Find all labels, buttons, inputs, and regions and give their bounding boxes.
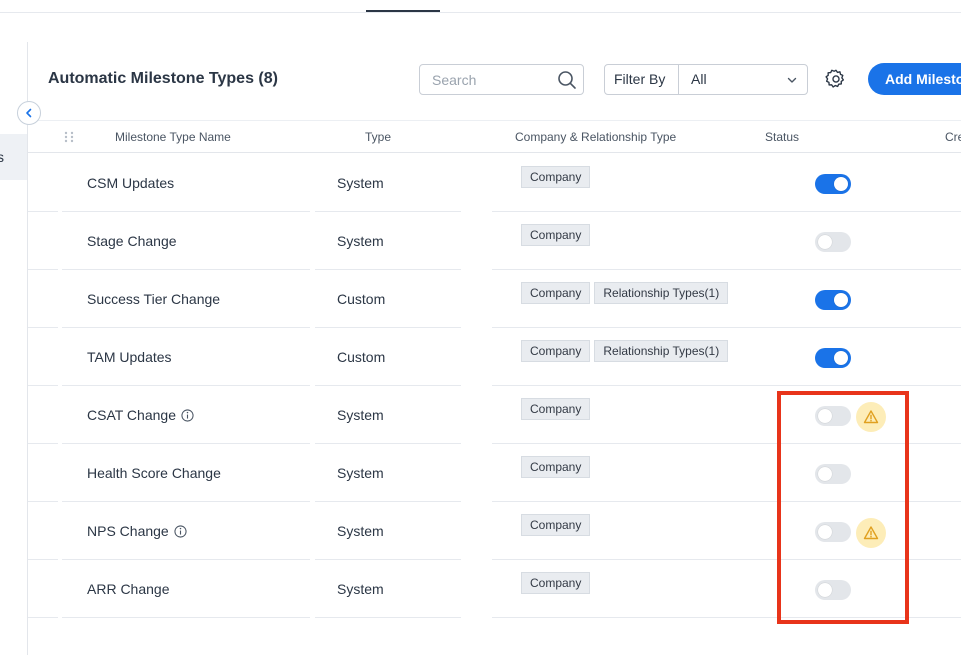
relationship-chips: Company <box>521 514 591 536</box>
column-header-type[interactable]: Type <box>365 130 391 144</box>
milestone-type: System <box>337 523 384 539</box>
milestone-name: ARR Change <box>87 581 170 597</box>
search-box[interactable] <box>419 64 584 95</box>
milestone-type: System <box>337 233 384 249</box>
table-row[interactable]: TAM Updates Custom Company Relationship Typ… <box>28 328 961 386</box>
settings-button[interactable] <box>825 68 847 90</box>
relationship-chip: Company <box>521 572 591 594</box>
milestone-name-cell: CSAT Change <box>87 407 194 423</box>
milestone-type: System <box>337 465 384 481</box>
column-header-status[interactable]: Status <box>765 130 799 144</box>
milestone-type: Custom <box>337 291 386 307</box>
relationship-chips: Company <box>521 398 591 420</box>
relationship-chips: Company <box>521 224 591 246</box>
table-row[interactable]: CSM Updates System Company <box>28 154 961 212</box>
table-row[interactable]: ARR Change System Company <box>28 560 961 618</box>
relationship-chip: Company <box>521 398 591 420</box>
status-toggle[interactable] <box>815 290 851 310</box>
table-row[interactable]: Health Score Change System Company <box>28 444 961 502</box>
status-toggle[interactable] <box>815 522 851 542</box>
milestone-name: Health Score Change <box>87 465 221 481</box>
left-nav-item-label: s <box>0 149 4 165</box>
relationship-chip: Company <box>521 166 591 188</box>
table-row[interactable]: CSAT Change System Company <box>28 386 961 444</box>
milestone-type: Custom <box>337 349 386 365</box>
milestone-name: TAM Updates <box>87 349 172 365</box>
filter-dropdown[interactable]: All <box>679 65 807 94</box>
column-header-created[interactable]: Created <box>945 130 961 144</box>
milestone-name: Stage Change <box>87 233 177 249</box>
search-input[interactable] <box>432 71 554 88</box>
status-toggle[interactable] <box>815 580 851 600</box>
milestone-name-cell: ARR Change <box>87 581 170 597</box>
status-toggle[interactable] <box>815 464 851 484</box>
search-icon[interactable] <box>557 70 577 90</box>
milestone-name-cell: Stage Change <box>87 233 177 249</box>
milestone-name: NPS Change <box>87 523 169 539</box>
milestone-name: CSAT Change <box>87 407 176 423</box>
column-header-name[interactable]: Milestone Type Name <box>115 130 231 144</box>
row-divider <box>492 617 961 618</box>
info-icon[interactable] <box>181 408 194 422</box>
relationship-chip: Company <box>521 340 591 362</box>
relationship-chip: Company <box>521 282 591 304</box>
add-milestone-type-button[interactable]: Add Milestone Type <box>868 63 961 95</box>
table-row[interactable]: Stage Change System Company <box>28 212 961 270</box>
warning-triangle-icon[interactable] <box>856 402 886 432</box>
gear-icon <box>825 69 845 88</box>
filter-by-label: Filter By <box>605 65 679 94</box>
left-nav-selected-item[interactable]: s <box>0 134 27 180</box>
relationship-chip: Company <box>521 514 591 536</box>
row-divider <box>62 617 310 618</box>
relationship-chips: Company Relationship Types(1) <box>521 340 729 362</box>
milestone-type: System <box>337 175 384 191</box>
chevron-down-icon <box>787 77 797 83</box>
milestone-type: System <box>337 407 384 423</box>
milestone-name-cell: Health Score Change <box>87 465 221 481</box>
relationship-chip: Relationship Types(1) <box>594 282 729 304</box>
info-icon[interactable] <box>174 524 187 538</box>
row-divider <box>28 617 58 618</box>
milestone-name: CSM Updates <box>87 175 175 191</box>
collapse-sidebar-button[interactable] <box>17 101 41 125</box>
chevron-left-icon <box>26 108 32 118</box>
milestone-name-cell: TAM Updates <box>87 349 172 365</box>
filter-control: Filter By All <box>604 64 808 95</box>
milestone-name-cell: NPS Change <box>87 523 187 539</box>
relationship-chip: Company <box>521 224 591 246</box>
status-toggle[interactable] <box>815 174 851 194</box>
top-tab-bar <box>0 0 961 13</box>
relationship-chips: Company <box>521 456 591 478</box>
relationship-chips: Company <box>521 572 591 594</box>
relationship-chip: Company <box>521 456 591 478</box>
table-header: Milestone Type Name Type Company & Relat… <box>28 120 961 153</box>
milestone-name: Success Tier Change <box>87 291 221 307</box>
milestone-name-cell: Success Tier Change <box>87 291 220 307</box>
status-toggle[interactable] <box>815 406 851 426</box>
relationship-chip: Relationship Types(1) <box>594 340 729 362</box>
column-header-company-relationship[interactable]: Company & Relationship Type <box>515 130 676 144</box>
drag-handle-icon <box>64 131 74 143</box>
active-tab-indicator <box>366 10 440 12</box>
table-row[interactable]: NPS Change System Company <box>28 502 961 560</box>
status-toggle[interactable] <box>815 232 851 252</box>
warning-triangle-icon[interactable] <box>856 518 886 548</box>
status-toggle[interactable] <box>815 348 851 368</box>
table-row[interactable]: Success Tier Change Custom Company Relation… <box>28 270 961 328</box>
filter-selected-value: All <box>691 71 707 87</box>
relationship-chips: Company Relationship Types(1) <box>521 282 729 304</box>
milestone-type: System <box>337 581 384 597</box>
row-divider <box>315 617 461 618</box>
milestone-name-cell: CSM Updates <box>87 175 174 191</box>
relationship-chips: Company <box>521 166 591 188</box>
page-title: Automatic Milestone Types (8) <box>48 70 278 87</box>
